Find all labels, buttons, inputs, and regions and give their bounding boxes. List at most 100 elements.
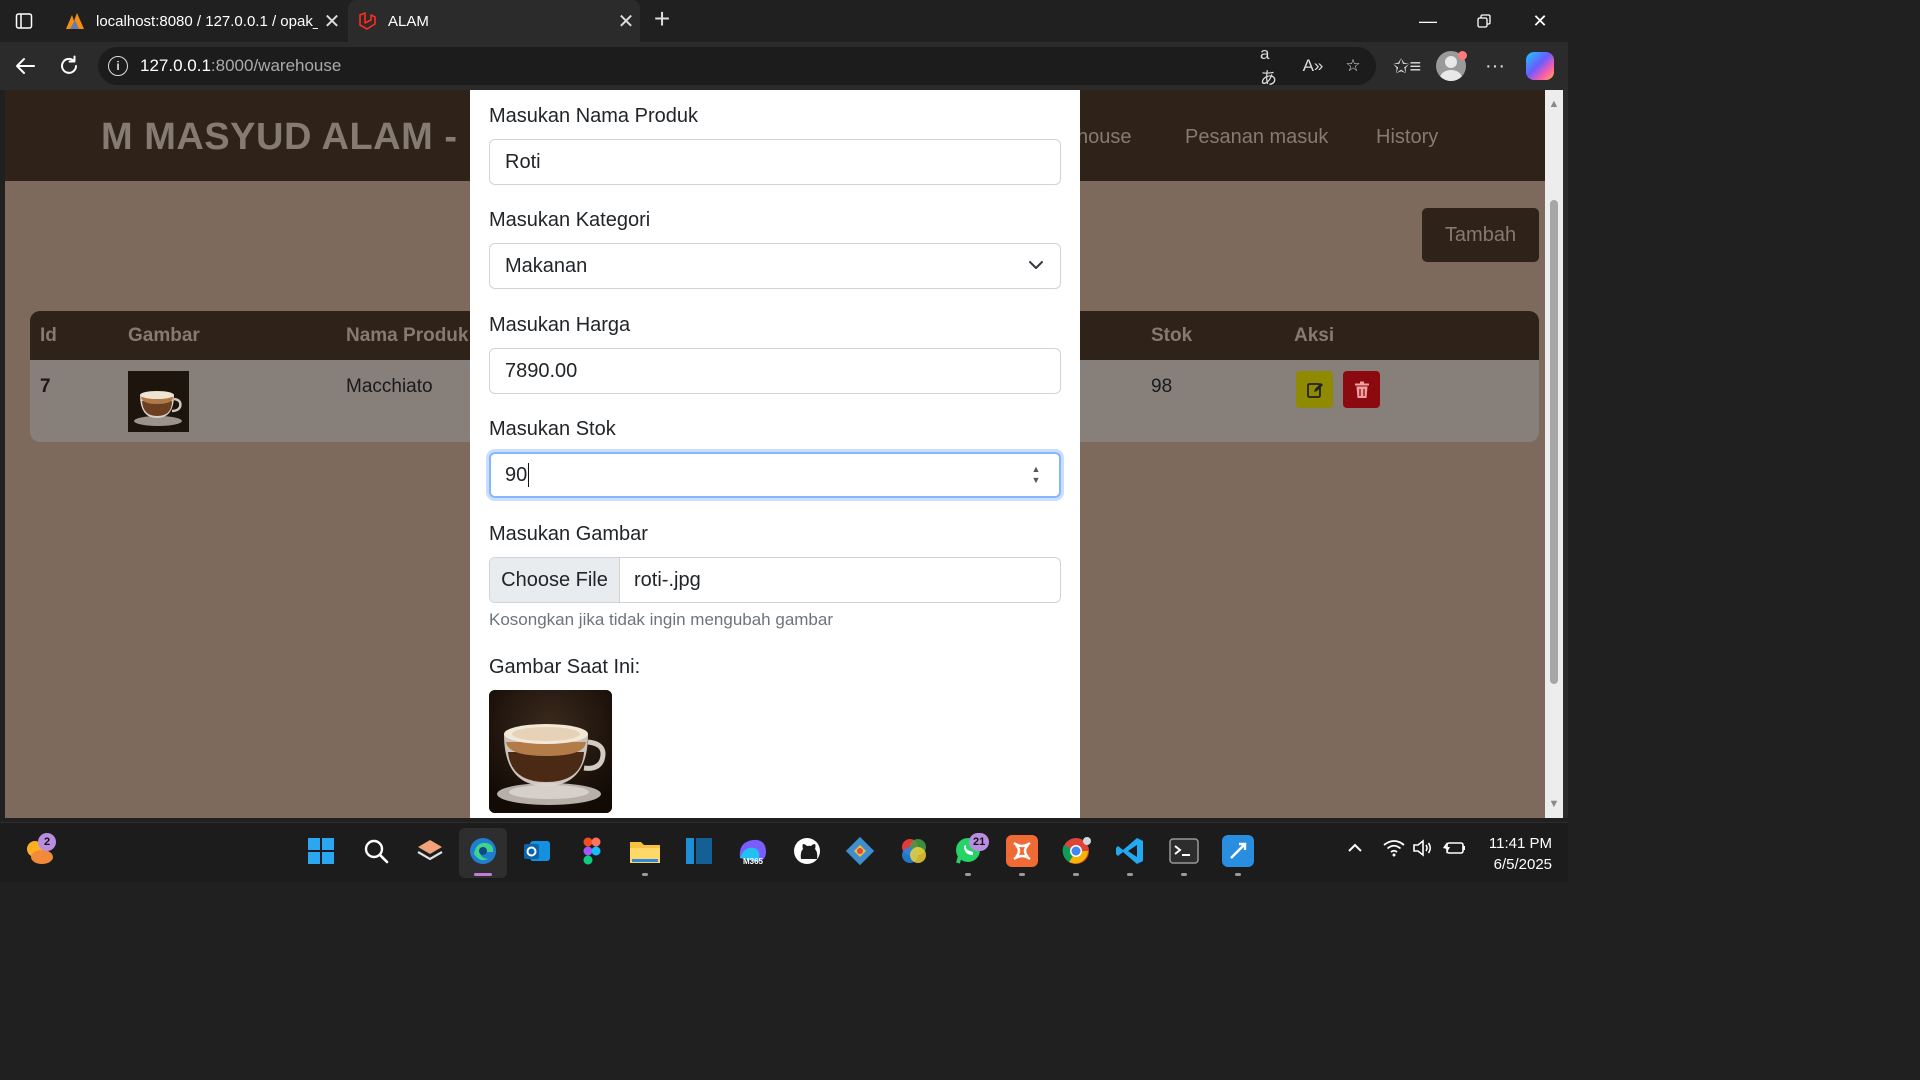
number-spinner-icon[interactable]: ▲ ▼ [1031,464,1041,488]
running-indicator [1181,873,1187,876]
github-icon[interactable] [791,835,823,867]
xampp-icon[interactable] [1006,835,1038,867]
nav-history[interactable]: History [1376,126,1438,149]
stock-value: 90 [505,463,528,486]
read-aloud-icon[interactable]: A» [1300,53,1326,79]
system-clock[interactable]: 11:41 PM 6/5/2025 [1476,833,1552,875]
price-value: 7890.00 [505,359,578,382]
scroll-up-icon[interactable]: ▲ [1548,98,1560,110]
wifi-icon[interactable] [1383,839,1405,862]
browser-toolbar: i 127.0.0.1:8000/warehouse aあ A» ☆ ✩≡ ··… [0,42,1568,90]
favorite-star-icon[interactable]: ☆ [1340,53,1366,79]
edge-browser-icon[interactable] [467,835,499,867]
image-help-text: Kosongkan jika tidak ingin mengubah gamb… [489,610,834,629]
image-file-input[interactable]: Choose File roti-.jpg [489,557,1061,603]
tab-actions-icon[interactable] [0,0,48,42]
task-view-icon[interactable] [414,835,446,867]
terminal-icon[interactable] [1168,835,1200,867]
whatsapp-badge: 21 [969,833,990,851]
category-value: Makanan [505,254,588,277]
windows-start-icon[interactable] [305,835,337,867]
edit-button[interactable] [1296,371,1333,408]
tambah-button[interactable]: Tambah [1422,208,1539,262]
chevron-down-icon [1029,261,1043,269]
address-bar[interactable]: i 127.0.0.1:8000/warehouse aあ A» ☆ [98,44,1376,88]
outlook-icon[interactable] [521,835,553,867]
snipping-tool-icon[interactable] [1222,835,1254,867]
product-name-input[interactable]: Roti [489,139,1061,185]
header-gambar: Gambar [128,325,200,346]
favorites-list-icon[interactable]: ✩≡ [1392,51,1422,81]
tab-title: localhost:8080 / 127.0.0.1 / opak_ [96,12,318,30]
stock-label: Masukan Stok [489,418,616,440]
running-indicator [642,873,648,876]
search-icon[interactable] [360,835,392,867]
header-aksi: Aksi [1294,325,1335,346]
volume-icon[interactable] [1412,839,1434,862]
active-app-indicator [474,873,492,876]
close-tab-icon[interactable]: ✕ [318,7,346,35]
translate-icon[interactable]: aあ [1260,44,1286,88]
product-thumbnail [128,371,189,432]
category-label: Masukan Kategori [489,209,651,231]
restore-icon[interactable] [1456,0,1512,42]
profile-notification-dot [1458,51,1467,60]
edit-product-modal: Masukan Nama Produk Roti Masukan Kategor… [470,90,1080,818]
product-name-value: Roti [505,150,541,173]
page-scrollbar[interactable]: ▲ ▼ [1545,90,1563,818]
color-app-icon[interactable] [898,835,930,867]
url-host: 127.0.0.1 [140,56,211,75]
file-explorer-icon[interactable] [629,835,661,867]
edit-icon [1306,382,1323,398]
header-id: Id [40,325,57,346]
site-info-icon[interactable]: i [108,56,128,76]
row-name: Macchiato [346,376,433,397]
minimize-icon[interactable]: — [1400,0,1456,42]
header-stok: Stok [1151,325,1193,346]
sidebar-app-icon[interactable] [683,835,715,867]
copilot-icon[interactable] [1526,52,1554,80]
browser-frame-edge [1563,90,1568,818]
scrollbar-thumb[interactable] [1550,200,1558,684]
tab-title: ALAM [388,12,429,30]
vscode-icon[interactable] [1114,835,1146,867]
image-label: Masukan Gambar [489,523,648,545]
clock-date: 6/5/2025 [1493,856,1552,873]
url-text: 127.0.0.1:8000/warehouse [140,56,341,76]
refresh-icon[interactable] [54,51,84,81]
category-select[interactable]: Makanan [489,243,1061,289]
running-indicator [1235,873,1241,876]
price-input[interactable]: 7890.00 [489,348,1061,394]
site-brand[interactable]: M MASYUD ALAM - [101,116,458,159]
tab-alam[interactable]: ALAM ✕ [348,0,640,42]
phpmyadmin-icon [64,10,86,32]
git-app-icon[interactable] [844,835,876,867]
chrome-icon[interactable] [1060,835,1092,867]
close-window-icon[interactable]: ✕ [1512,0,1568,42]
figma-icon[interactable] [576,835,608,867]
delete-button[interactable] [1343,371,1380,408]
running-indicator [1127,873,1133,876]
new-tab-icon[interactable]: + [648,5,676,34]
more-menu-icon[interactable]: ··· [1480,51,1510,81]
close-tab-icon[interactable]: ✕ [612,7,640,35]
microsoft-365-icon[interactable]: M365 [736,835,770,867]
back-icon[interactable] [10,51,40,81]
running-indicator [1073,873,1079,876]
scroll-down-icon[interactable]: ▼ [1548,798,1560,810]
laravel-icon [356,10,378,32]
row-stock: 98 [1151,376,1173,397]
stock-input[interactable]: 90 ▲ ▼ [489,452,1061,498]
name-label: Masukan Nama Produk [489,105,698,127]
running-indicator [1019,873,1025,876]
nav-warehouse[interactable]: house [1077,126,1132,149]
weather-badge: 2 [38,833,56,851]
show-hidden-icons-icon[interactable] [1346,839,1364,862]
browser-tab-bar: localhost:8080 / 127.0.0.1 / opak_ ✕ ALA… [0,0,1568,42]
row-id: 7 [40,376,51,397]
m365-label: M365 [743,857,764,866]
tab-phpmyadmin[interactable]: localhost:8080 / 127.0.0.1 / opak_ ✕ [56,0,346,42]
battery-charging-icon[interactable] [1442,839,1466,862]
nav-pesanan-masuk[interactable]: Pesanan masuk [1185,126,1328,149]
choose-file-button[interactable]: Choose File [490,558,620,602]
